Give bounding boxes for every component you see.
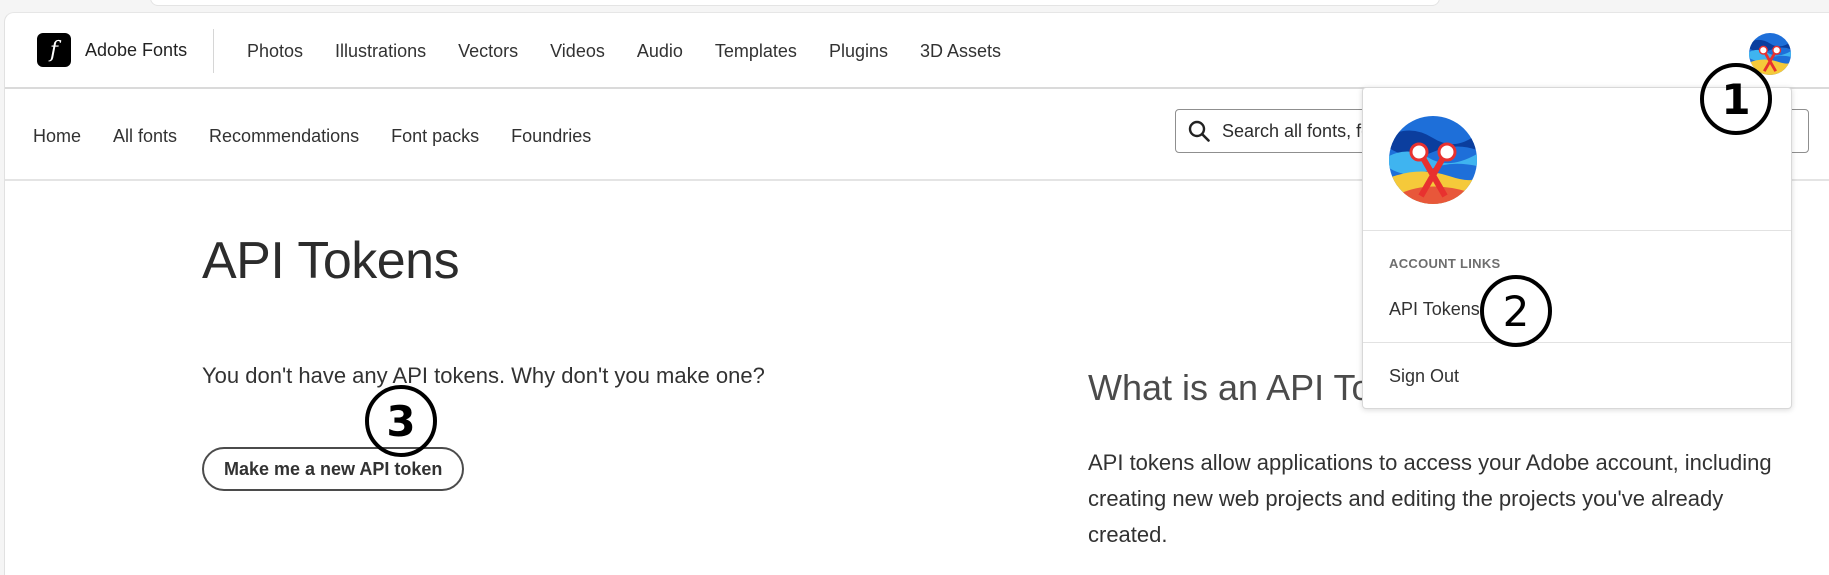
empty-state-message: You don't have any API tokens. Why don't…: [202, 363, 765, 388]
page-title: API Tokens: [202, 232, 460, 290]
nav-plugins[interactable]: Plugins: [829, 41, 888, 62]
account-links-heading: ACCOUNT LINKS: [1389, 256, 1501, 271]
adobe-fonts-logo-icon: f: [37, 33, 71, 67]
global-header: f Adobe Fonts Photos Illustrations Vecto…: [5, 13, 1829, 89]
header-divider: [213, 29, 214, 73]
avatar: [1389, 116, 1477, 204]
info-heading: What is an API Tok: [1088, 367, 1390, 408]
nav-templates[interactable]: Templates: [715, 41, 797, 62]
info-body: API tokens allow applications to access …: [1088, 450, 1772, 547]
nav-3d-assets[interactable]: 3D Assets: [920, 41, 1001, 62]
menu-item-sign-out[interactable]: Sign Out: [1389, 366, 1459, 387]
nav-illustrations[interactable]: Illustrations: [335, 41, 426, 62]
nav-videos[interactable]: Videos: [550, 41, 605, 62]
subnav-recommendations[interactable]: Recommendations: [209, 126, 359, 147]
nav-vectors[interactable]: Vectors: [458, 41, 518, 62]
nav-audio[interactable]: Audio: [637, 41, 683, 62]
menu-divider: [1363, 230, 1791, 231]
step-annotation-1: 1: [1700, 63, 1772, 135]
subnav-font-packs[interactable]: Font packs: [391, 126, 479, 147]
subnav-home[interactable]: Home: [33, 126, 81, 147]
search-icon: [1188, 120, 1210, 142]
avatar-image-icon: [1389, 116, 1477, 204]
brand[interactable]: f Adobe Fonts: [37, 33, 187, 67]
step-annotation-3: 3: [365, 385, 437, 457]
global-nav: Photos Illustrations Vectors Videos Audi…: [247, 13, 1033, 89]
menu-item-api-tokens[interactable]: API Tokens: [1389, 299, 1480, 320]
subnav-all-fonts[interactable]: All fonts: [113, 126, 177, 147]
sub-nav-links: Home All fonts Recommendations Font pack…: [33, 91, 623, 181]
brand-name: Adobe Fonts: [85, 39, 188, 60]
nav-photos[interactable]: Photos: [247, 41, 303, 62]
account-menu: ACCOUNT LINKS API Tokens Sign Out: [1362, 87, 1792, 409]
menu-divider: [1363, 342, 1791, 343]
page: f Adobe Fonts Photos Illustrations Vecto…: [4, 12, 1829, 575]
make-api-token-button[interactable]: Make me a new API token: [202, 447, 465, 491]
subnav-foundries[interactable]: Foundries: [511, 126, 591, 147]
browser-tab-strip: [150, 0, 1440, 6]
step-annotation-2: 2: [1480, 275, 1552, 347]
